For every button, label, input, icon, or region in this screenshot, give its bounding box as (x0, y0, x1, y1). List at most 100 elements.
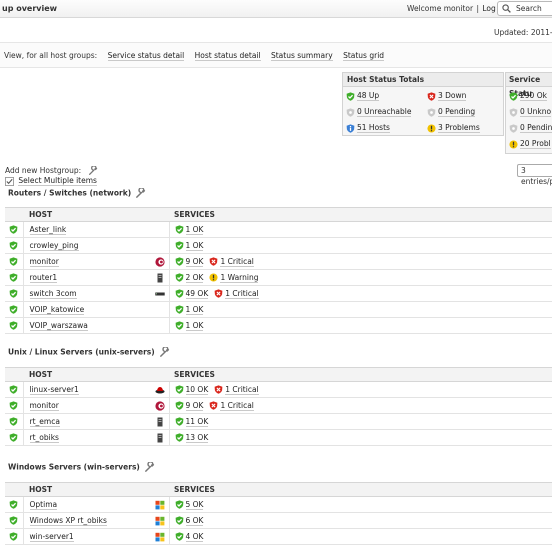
service-count-link[interactable]: 1 OK (185, 304, 204, 315)
info-shield-icon (346, 124, 355, 133)
host-total-link[interactable]: 3 Down (438, 91, 467, 101)
service-status-detail-link[interactable]: Service status detail (107, 51, 185, 61)
service-count-link[interactable]: 9 OK (185, 400, 204, 411)
services-cell: 9 OK 1 Critical (169, 253, 552, 270)
ok-shield-icon (175, 417, 184, 426)
host-column-header[interactable]: HOST (23, 482, 169, 497)
service-total-link[interactable]: 0 Unkno (520, 107, 552, 117)
warning-icon (509, 140, 518, 149)
host-link[interactable]: Aster_link (29, 225, 67, 235)
service-count-link[interactable]: 1 OK (185, 320, 204, 331)
host-total-link[interactable]: 51 Hosts (357, 123, 390, 133)
table-header-row: HOST SERVICES (5, 482, 552, 497)
host-status-cell (5, 413, 24, 430)
critical-shield-icon (209, 401, 218, 410)
host-column-header[interactable]: HOST (23, 207, 169, 222)
service-count-link[interactable]: 1 Critical (220, 400, 254, 411)
host-status-cell (5, 285, 24, 302)
services-column-header[interactable]: SERVICES (169, 482, 552, 497)
service-count-link[interactable]: 1 Warning (220, 272, 259, 283)
debian-os-icon (155, 400, 165, 411)
host-link[interactable]: VOIP_warszawa (29, 321, 88, 331)
host-link[interactable]: VOIP_katowice (29, 305, 85, 315)
host-link[interactable]: monitor (29, 257, 59, 267)
page-title: up overview (2, 4, 58, 13)
host-link[interactable]: rt_emca (29, 417, 60, 427)
host-column-header[interactable]: HOST (23, 367, 169, 382)
search-icon (502, 4, 511, 13)
host-name-cell: Optima (23, 496, 151, 513)
service-status-totals: Service Statu 290 Ok 0 Unkno 0 Pendin 20 Pr… (505, 72, 552, 154)
service-count-link[interactable]: 13 OK (185, 432, 209, 443)
add-hostgroup-label: Add new Hostgroup: (5, 166, 82, 175)
service-count-link[interactable]: 9 OK (185, 256, 204, 267)
service-summary: 1 Critical (214, 384, 259, 395)
services-column-header[interactable]: SERVICES (169, 367, 552, 382)
service-summary: 1 OK (175, 320, 204, 331)
table-row: Aster_link 1 OK (5, 221, 552, 238)
os-icon-cell (151, 301, 170, 318)
hostgroup-table: HOST SERVICES Aster_link 1 OK crowley_ping 1 … (5, 207, 552, 334)
host-status-cell (5, 317, 24, 334)
service-count-link[interactable]: 49 OK (185, 288, 209, 299)
service-count-link[interactable]: 6 OK (185, 515, 204, 526)
service-count-link[interactable]: 1 Critical (225, 384, 259, 395)
service-summary: 1 Critical (209, 256, 254, 267)
host-total-cell: 3 Problems (424, 121, 505, 135)
host-total-link[interactable]: 3 Problems (438, 123, 480, 133)
ok-shield-icon (175, 273, 184, 282)
entries-per-page-select[interactable]: 3 entries/p (517, 164, 552, 186)
host-link[interactable]: Windows XP rt_obiks (29, 516, 107, 526)
host-total-link[interactable]: 0 Pending (438, 107, 476, 117)
host-status-cell (5, 237, 24, 254)
services-cell: 6 OK (169, 512, 552, 529)
updated-timestamp: Updated: 2011-04 (494, 28, 552, 37)
host-total-link[interactable]: 0 Unreachable (357, 107, 412, 117)
host-link[interactable]: Optima (29, 500, 58, 510)
service-count-link[interactable]: 5 OK (185, 499, 204, 510)
select-multiple-link[interactable]: Select Multiple items (18, 176, 97, 186)
host-total-link[interactable]: 48 Up (357, 91, 380, 101)
service-total-link[interactable]: 290 Ok (520, 91, 547, 101)
host-link[interactable]: switch 3com (29, 289, 77, 299)
search-button[interactable]: Search (497, 1, 552, 16)
host-link[interactable]: linux-server1 (29, 385, 79, 395)
wrench-icon[interactable] (159, 346, 170, 358)
host-link[interactable]: win-server1 (29, 532, 74, 542)
windows-os-icon (155, 516, 165, 526)
host-link[interactable]: router1 (29, 273, 58, 283)
wrench-icon[interactable] (144, 461, 155, 473)
service-count-link[interactable]: 10 OK (185, 384, 209, 395)
service-count-link[interactable]: 11 OK (185, 416, 209, 427)
service-count-link[interactable]: 1 OK (185, 224, 204, 235)
host-status-detail-link[interactable]: Host status detail (194, 51, 261, 61)
add-hostgroup: Add new Hostgroup: (5, 165, 98, 176)
critical-shield-icon (214, 289, 223, 298)
table-row: linux-server1 10 OK 1 Critical (5, 381, 552, 398)
service-summary: 9 OK (175, 400, 204, 411)
service-count-link[interactable]: 4 OK (185, 531, 204, 542)
status-grid-link[interactable]: Status grid (343, 51, 385, 61)
host-link[interactable]: rt_obiks (29, 433, 59, 443)
wrench-icon[interactable] (135, 187, 146, 199)
host-name-cell: monitor (23, 253, 151, 270)
host-totals-title: Host Status Totals (343, 73, 503, 87)
services-cell: 5 OK (169, 496, 552, 513)
service-total-link[interactable]: 20 Probl (520, 139, 551, 149)
select-multiple: Select Multiple items (5, 176, 97, 186)
service-count-link[interactable]: 2 OK (185, 272, 204, 283)
services-column-header[interactable]: SERVICES (169, 207, 552, 222)
status-summary-link[interactable]: Status summary (270, 51, 333, 61)
host-link[interactable]: crowley_ping (29, 241, 79, 251)
host-name-cell: monitor (23, 397, 151, 414)
host-link[interactable]: monitor (29, 401, 59, 411)
table-row: crowley_ping 1 OK (5, 237, 552, 254)
host-total-cell: 0 Pending (424, 105, 505, 119)
host-name-cell: Windows XP rt_obiks (23, 512, 151, 529)
service-count-link[interactable]: 1 OK (185, 240, 204, 251)
service-count-link[interactable]: 1 Critical (225, 288, 259, 299)
service-count-link[interactable]: 1 Critical (220, 256, 254, 267)
service-total-link[interactable]: 0 Pendin (520, 123, 552, 133)
wrench-icon[interactable] (88, 165, 98, 176)
service-total-cell: 0 Unkno (506, 105, 552, 119)
